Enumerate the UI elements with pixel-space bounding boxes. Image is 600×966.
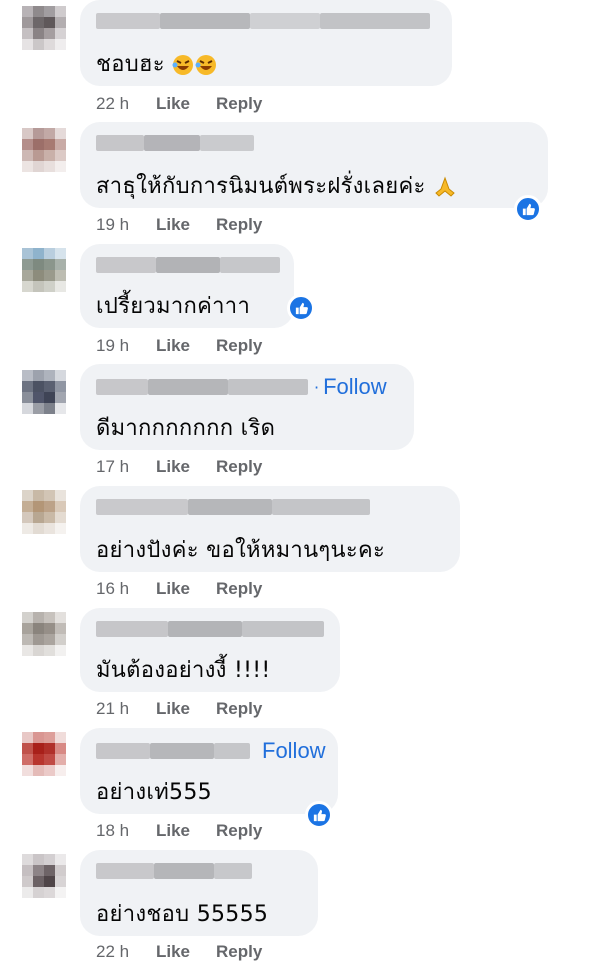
comment-text: มันต้องอย่างงี้ !!!! <box>96 658 271 683</box>
commenter-name[interactable] <box>96 256 280 274</box>
comment-time[interactable]: 21 h <box>96 699 156 719</box>
avatar[interactable] <box>22 854 66 898</box>
comment-meta: 22 h Like Reply <box>96 942 262 962</box>
commenter-name[interactable] <box>96 134 254 152</box>
like-button[interactable]: Like <box>156 942 216 962</box>
praying-hands-icon <box>435 176 455 197</box>
reply-button[interactable]: Reply <box>216 579 262 598</box>
comment-bubble: · Follow ดีมากกกกกกก เริด <box>80 364 414 450</box>
comment-bubble: เปรี้ยวมากค่าาา <box>80 244 294 328</box>
reply-button[interactable]: Reply <box>216 457 262 476</box>
avatar[interactable] <box>22 128 66 172</box>
like-reaction-icon[interactable] <box>305 801 333 829</box>
reply-button[interactable]: Reply <box>216 336 262 355</box>
comment-time[interactable]: 18 h <box>96 821 156 841</box>
comment-meta: 18 h Like Reply <box>96 821 262 841</box>
comment-text: เปรี้ยวมากค่าาา <box>96 294 251 319</box>
follow-button[interactable]: Follow <box>323 374 387 400</box>
avatar[interactable] <box>22 6 66 50</box>
follow-button[interactable]: Follow <box>262 738 326 764</box>
like-reaction-icon[interactable] <box>287 294 315 322</box>
comment-bubble: สาธุให้กับการนิมนต์พระฝรั่งเลยค่ะ <box>80 122 548 208</box>
comment-bubble: อย่างชอบ 55555 <box>80 850 318 936</box>
avatar[interactable] <box>22 612 66 656</box>
comment-text: อย่างเท่555 <box>96 780 212 805</box>
avatar[interactable] <box>22 370 66 414</box>
commenter-name[interactable] <box>96 498 370 516</box>
comment-text: ดีมากกกกกกก เริด <box>96 416 276 441</box>
reply-button[interactable]: Reply <box>216 942 262 961</box>
commenter-name[interactable] <box>96 862 252 880</box>
comment-time[interactable]: 22 h <box>96 94 156 114</box>
avatar[interactable] <box>22 490 66 534</box>
like-button[interactable]: Like <box>156 336 216 356</box>
like-button[interactable]: Like <box>156 457 216 477</box>
reply-button[interactable]: Reply <box>216 699 262 718</box>
comment-meta: 19 h Like Reply <box>96 215 262 235</box>
commenter-name[interactable]: · Follow <box>96 374 387 399</box>
like-button[interactable]: Like <box>156 699 216 719</box>
like-button[interactable]: Like <box>156 94 216 114</box>
comment-meta: 22 h Like Reply <box>96 94 262 114</box>
comment-text: อย่างชอบ 55555 <box>96 902 269 927</box>
comment-time[interactable]: 22 h <box>96 942 156 962</box>
reply-button[interactable]: Reply <box>216 821 262 840</box>
like-button[interactable]: Like <box>156 579 216 599</box>
comment-text: อย่างปังค่ะ ขอให้หมานๆนะคะ <box>96 538 386 563</box>
comment-meta: 17 h Like Reply <box>96 457 262 477</box>
reply-button[interactable]: Reply <box>216 94 262 113</box>
comment-bubble: อย่างปังค่ะ ขอให้หมานๆนะคะ <box>80 486 460 572</box>
like-button[interactable]: Like <box>156 215 216 235</box>
comment-bubble: ชอบฮะ <box>80 0 452 86</box>
commenter-name[interactable] <box>96 12 430 30</box>
commenter-name[interactable]: Follow <box>96 738 326 763</box>
comment-meta: 19 h Like Reply <box>96 336 262 356</box>
avatar[interactable] <box>22 248 66 292</box>
comment-text: สาธุให้กับการนิมนต์พระฝรั่งเลยค่ะ <box>96 168 457 203</box>
reply-button[interactable]: Reply <box>216 215 262 234</box>
like-reaction-icon[interactable] <box>514 195 542 223</box>
avatar[interactable] <box>22 732 66 776</box>
comment-bubble: Follow อย่างเท่555 <box>80 728 338 814</box>
comment-time[interactable]: 16 h <box>96 579 156 599</box>
laughing-emoji-icon <box>172 55 217 75</box>
comment-time[interactable]: 19 h <box>96 215 156 235</box>
comment-time[interactable]: 17 h <box>96 457 156 477</box>
commenter-name[interactable] <box>96 620 324 638</box>
comment-meta: 21 h Like Reply <box>96 699 262 719</box>
comment-bubble: มันต้องอย่างงี้ !!!! <box>80 608 340 692</box>
comment-text: ชอบฮะ <box>96 46 218 81</box>
comment-meta: 16 h Like Reply <box>96 579 262 599</box>
like-button[interactable]: Like <box>156 821 216 841</box>
comment-time[interactable]: 19 h <box>96 336 156 356</box>
